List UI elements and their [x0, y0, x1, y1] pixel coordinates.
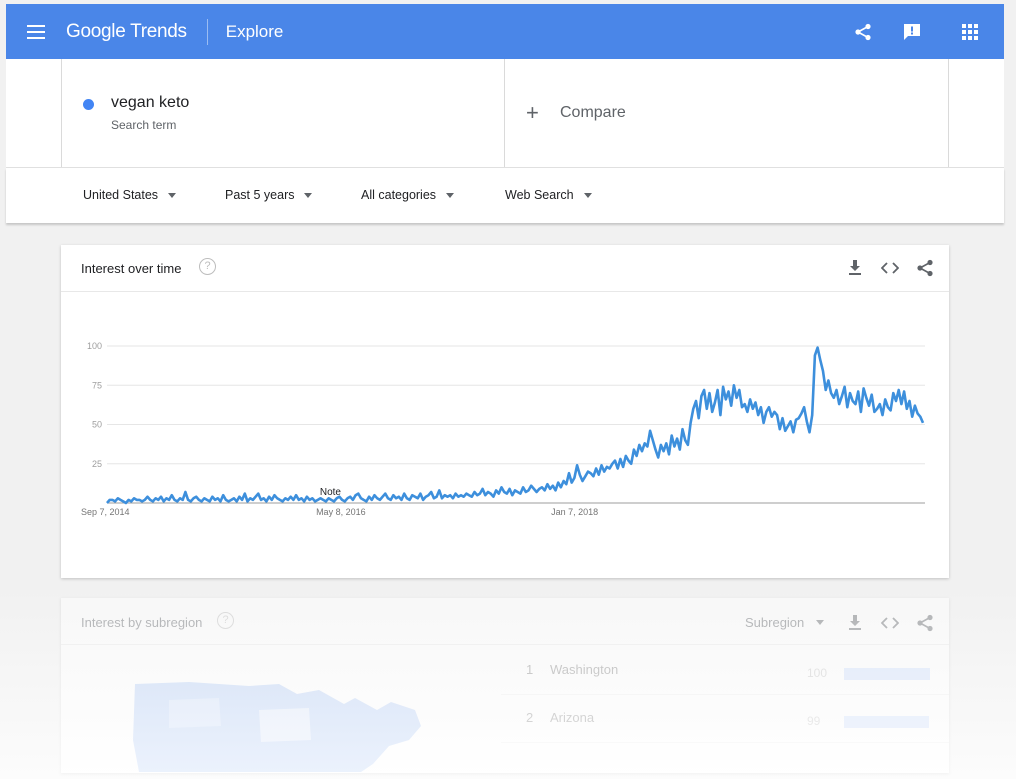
top-app-bar: Google Trends Explore	[6, 4, 1004, 59]
card-actions	[845, 613, 935, 633]
subregion-rank: 2	[526, 710, 534, 725]
subregion-rank: 1	[526, 662, 534, 677]
subregion-name: Arizona	[550, 710, 595, 725]
page-title: Explore	[225, 21, 284, 41]
subregion-value: 100	[807, 666, 828, 680]
card-actions	[845, 258, 935, 278]
search-property-filter[interactable]: Web Search	[505, 188, 592, 202]
subregion-row[interactable]: 1 Washington 100	[501, 646, 949, 695]
x-tick-label: Sep 7, 2014	[81, 507, 130, 517]
x-tick-label: Jan 7, 2018	[551, 507, 598, 517]
download-icon	[849, 615, 861, 630]
header-divider	[206, 18, 208, 45]
subregion-value: 99	[807, 714, 821, 728]
share-icon	[917, 259, 933, 277]
panel-divider	[948, 59, 949, 167]
interest-over-time-title: Interest over time	[81, 261, 182, 276]
category-filter[interactable]: All categories	[361, 188, 455, 202]
download-csv-button[interactable]	[845, 613, 865, 633]
google-trends-logo[interactable]: Google Trends	[66, 21, 207, 43]
search-terms-panel: vegan keto Search term + Compare	[6, 59, 1004, 168]
help-icon[interactable]: ?	[199, 258, 216, 275]
header-actions	[838, 4, 1004, 59]
term-color-dot	[83, 99, 94, 110]
chevron-down-icon	[304, 192, 313, 198]
embed-button[interactable]	[880, 613, 900, 633]
apps-grid-icon	[962, 23, 978, 40]
time-range-filter-label: Past 5 years	[225, 188, 295, 202]
chevron-down-icon	[446, 192, 455, 198]
share-map-button[interactable]	[915, 613, 935, 633]
plus-icon: +	[526, 100, 539, 125]
x-tick-label: May 8, 2016	[316, 507, 366, 517]
search-term-type: Search term	[111, 118, 177, 132]
card-header: Interest over time ?	[61, 245, 949, 292]
interest-over-time-chart[interactable]: 100 75 50 25 Sep 7, 2014 May 8, 2016 Jan 7, 2…	[61, 291, 949, 578]
subregion-bar	[844, 668, 930, 680]
series-line-vegan-keto	[106, 346, 925, 505]
subregion-row[interactable]: 2 Arizona 99	[501, 694, 949, 743]
y-tick-label: 75	[92, 380, 102, 390]
share-icon	[917, 614, 933, 632]
x-axis-ticks: Sep 7, 2014 May 8, 2016 Jan 7, 2018	[81, 507, 598, 517]
category-filter-label: All categories	[361, 188, 437, 202]
subregion-bar-track	[844, 668, 930, 680]
menu-icon	[27, 24, 45, 39]
y-tick-label: 50	[92, 420, 102, 430]
feedback-button[interactable]	[887, 4, 936, 59]
share-button[interactable]	[838, 4, 887, 59]
us-subregion-map[interactable]	[129, 680, 429, 772]
compare-label: Compare	[560, 104, 626, 121]
y-axis-ticks: 100 75 50 25	[87, 341, 102, 469]
chevron-down-icon	[583, 192, 592, 198]
share-chart-button[interactable]	[915, 258, 935, 278]
chart-note-label[interactable]: Note	[320, 487, 342, 498]
share-icon	[854, 23, 871, 40]
compare-button[interactable]: + Compare	[526, 100, 626, 125]
help-icon[interactable]: ?	[217, 612, 234, 629]
subregion-select[interactable]: Subregion	[745, 615, 825, 630]
search-term-name[interactable]: vegan keto	[111, 94, 189, 112]
interest-by-subregion-title: Interest by subregion	[81, 615, 203, 630]
code-embed-icon	[881, 617, 899, 629]
filter-bar: United States Past 5 years All categorie…	[6, 168, 1004, 223]
download-csv-button[interactable]	[845, 258, 865, 278]
subregion-select-label: Subregion	[745, 615, 805, 630]
y-tick-label: 100	[87, 341, 102, 351]
menu-button[interactable]	[6, 4, 66, 59]
card-header: Interest by subregion ? Subregion	[61, 598, 949, 645]
chevron-down-icon	[816, 620, 825, 625]
region-filter[interactable]: United States	[83, 188, 177, 202]
interest-by-subregion-card: Interest by subregion ? Subregion 1 Wash…	[61, 598, 949, 773]
chart-gridlines	[107, 345, 925, 504]
download-icon	[849, 260, 861, 275]
embed-button[interactable]	[880, 258, 900, 278]
code-embed-icon	[881, 262, 899, 274]
subregion-bar-track	[844, 716, 930, 728]
chevron-down-icon	[168, 192, 177, 198]
search-property-filter-label: Web Search	[505, 188, 574, 202]
subregion-name: Washington	[550, 662, 619, 677]
interest-over-time-card: Interest over time ? 100 75 50 25 Sep 7,…	[61, 245, 949, 578]
feedback-icon	[903, 23, 920, 40]
apps-button[interactable]	[936, 4, 1004, 59]
y-tick-label: 25	[92, 459, 102, 469]
search-term-chip[interactable]: vegan keto Search term	[61, 59, 505, 167]
subregion-bar	[844, 716, 930, 728]
time-range-filter[interactable]: Past 5 years	[225, 188, 313, 202]
region-filter-label: United States	[83, 188, 159, 202]
